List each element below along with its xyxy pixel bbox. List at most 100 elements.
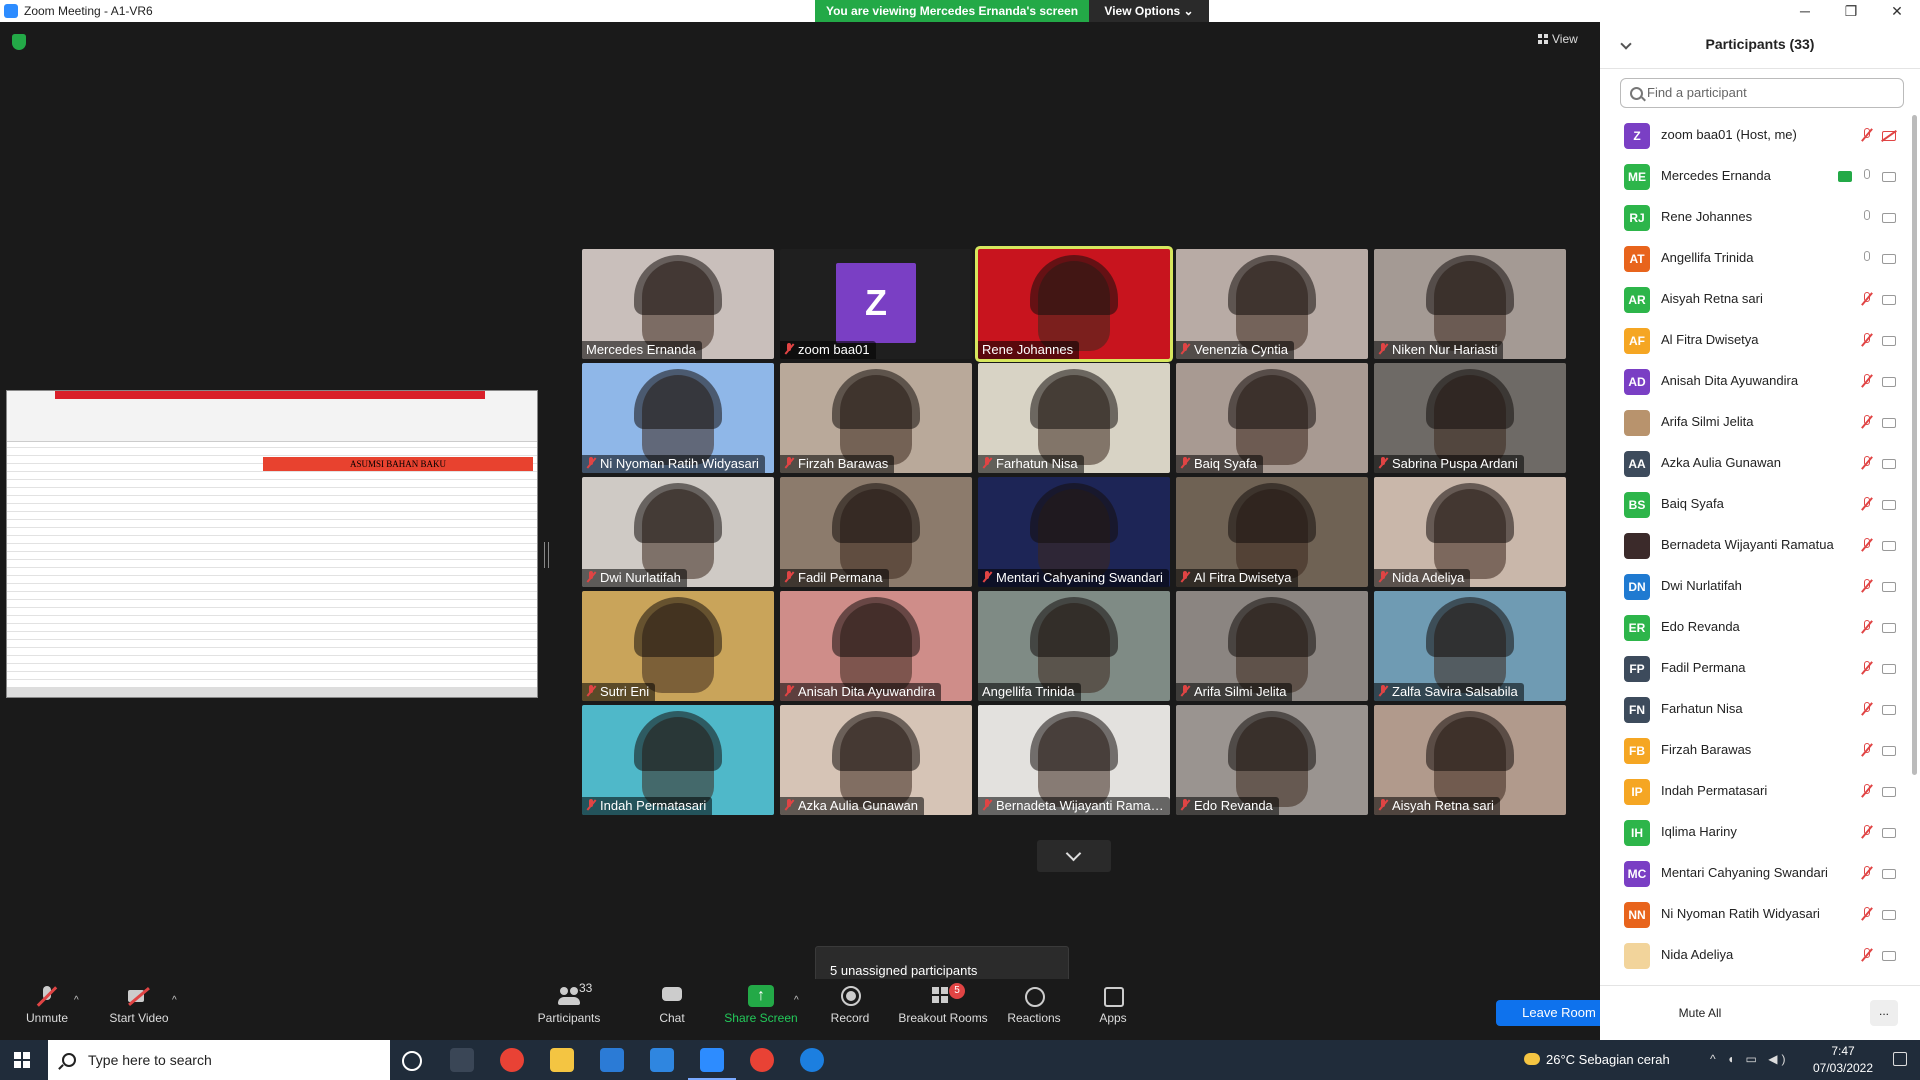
participant-search-input[interactable]: Find a participant bbox=[1620, 78, 1904, 108]
video-tile[interactable]: Zalfa Savira Salsabila bbox=[1374, 591, 1566, 701]
participants-button[interactable]: 33 Participants bbox=[536, 981, 602, 1025]
mic-muted-icon[interactable] bbox=[1860, 579, 1874, 595]
participant-row[interactable]: Nida Adeliya bbox=[1600, 935, 1916, 976]
breakout-rooms-button[interactable]: 5 Breakout Rooms bbox=[898, 983, 988, 1025]
video-tile[interactable]: Dwi Nurlatifah bbox=[582, 477, 774, 587]
mail-icon[interactable] bbox=[650, 1048, 674, 1072]
task-switcher-icon[interactable] bbox=[450, 1048, 474, 1072]
zoom-taskbar-icon[interactable] bbox=[688, 1048, 736, 1080]
next-page-chevron-icon[interactable] bbox=[1037, 840, 1111, 872]
video-tile[interactable]: Firzah Barawas bbox=[780, 363, 972, 473]
participant-row[interactable]: RJ Rene Johannes bbox=[1600, 197, 1916, 238]
video-tile[interactable]: Angellifa Trinida bbox=[978, 591, 1170, 701]
store-icon[interactable] bbox=[600, 1048, 624, 1072]
video-tile[interactable]: Venenzia Cyntia bbox=[1176, 249, 1368, 359]
video-tile[interactable]: Zzoom baa01 bbox=[780, 249, 972, 359]
mic-muted-icon[interactable] bbox=[1860, 620, 1874, 636]
mute-all-button[interactable]: Mute All bbox=[1658, 1000, 1742, 1026]
file-explorer-icon[interactable] bbox=[550, 1048, 574, 1072]
video-tile[interactable]: Azka Aulia Gunawan bbox=[780, 705, 972, 815]
video-tile[interactable]: Farhatun Nisa bbox=[978, 363, 1170, 473]
participant-row[interactable]: AF Al Fitra Dwisetya bbox=[1600, 320, 1916, 361]
mic-muted-icon[interactable] bbox=[1860, 866, 1874, 882]
participant-row[interactable]: FN Farhatun Nisa bbox=[1600, 689, 1916, 730]
mic-muted-icon[interactable] bbox=[1860, 538, 1874, 554]
taskbar-clock[interactable]: 7:47 07/03/2022 bbox=[1808, 1043, 1878, 1077]
record-button[interactable]: Record bbox=[828, 985, 872, 1025]
reactions-button[interactable]: Reactions bbox=[1006, 985, 1062, 1025]
unmute-button[interactable]: Unmute bbox=[22, 985, 72, 1025]
participant-row[interactable]: NN Ni Nyoman Ratih Widyasari bbox=[1600, 894, 1916, 935]
task-view-icon[interactable] bbox=[402, 1051, 422, 1071]
participant-row[interactable]: BS Baiq Syafa bbox=[1600, 484, 1916, 525]
chrome-icon[interactable] bbox=[500, 1048, 524, 1072]
participant-row[interactable]: Zzoom baa01 (Host, me) bbox=[1600, 115, 1916, 156]
windows-start-icon[interactable] bbox=[14, 1052, 30, 1068]
apps-button[interactable]: Apps bbox=[1098, 985, 1128, 1025]
chat-button[interactable]: Chat bbox=[652, 985, 692, 1025]
participant-row[interactable]: AD Anisah Dita Ayuwandira bbox=[1600, 361, 1916, 402]
video-tile[interactable]: Arifa Silmi Jelita bbox=[1176, 591, 1368, 701]
view-options-button[interactable]: View Options ⌄ bbox=[1089, 0, 1209, 22]
participant-row[interactable]: MC Mentari Cahyaning Swandari bbox=[1600, 853, 1916, 894]
shared-screen[interactable]: ASUMSI BAHAN BAKU bbox=[6, 390, 538, 698]
participant-list-scrollbar[interactable] bbox=[1912, 115, 1917, 775]
video-tile[interactable]: Indah Permatasari bbox=[582, 705, 774, 815]
video-tile[interactable]: Edo Revanda bbox=[1176, 705, 1368, 815]
mic-muted-icon[interactable] bbox=[1860, 374, 1874, 390]
view-button[interactable]: View bbox=[1538, 32, 1578, 46]
participant-row[interactable]: AA Azka Aulia Gunawan bbox=[1600, 443, 1916, 484]
resize-handle[interactable] bbox=[544, 542, 549, 568]
video-tile[interactable]: Niken Nur Hariasti bbox=[1374, 249, 1566, 359]
participant-row[interactable]: AT Angellifa Trinida bbox=[1600, 238, 1916, 279]
mic-muted-icon[interactable] bbox=[1860, 907, 1874, 923]
taskbar-search-box[interactable]: Type here to search bbox=[48, 1040, 390, 1080]
participant-row[interactable]: FP Fadil Permana bbox=[1600, 648, 1916, 689]
start-video-button[interactable]: Start Video bbox=[106, 985, 172, 1025]
participant-row[interactable]: IH Iqlima Hariny bbox=[1600, 812, 1916, 853]
more-options-button[interactable]: ... bbox=[1870, 1000, 1898, 1026]
participant-row[interactable]: IP Indah Permatasari bbox=[1600, 771, 1916, 812]
weather-widget[interactable]: 26°C Sebagian cerah bbox=[1524, 1052, 1670, 1067]
video-tile[interactable]: Bernadeta Wijayanti Ramatua bbox=[978, 705, 1170, 815]
video-tile[interactable]: Al Fitra Dwisetya bbox=[1176, 477, 1368, 587]
system-tray[interactable]: ^ ◖ ▭ ◀) bbox=[1710, 1052, 1789, 1066]
mic-muted-icon[interactable] bbox=[1860, 948, 1874, 964]
video-tile[interactable]: Nida Adeliya bbox=[1374, 477, 1566, 587]
participant-row[interactable]: Arifa Silmi Jelita bbox=[1600, 402, 1916, 443]
mic-muted-icon[interactable] bbox=[1860, 292, 1874, 308]
video-options-caret[interactable]: ^ bbox=[172, 995, 177, 1006]
mic-muted-icon[interactable] bbox=[1860, 497, 1874, 513]
close-button[interactable]: ✕ bbox=[1874, 0, 1920, 22]
mic-muted-icon[interactable] bbox=[1860, 415, 1874, 431]
mic-muted-icon[interactable] bbox=[1860, 825, 1874, 841]
video-tile[interactable]: Aisyah Retna sari bbox=[1374, 705, 1566, 815]
mic-icon[interactable] bbox=[1860, 169, 1874, 185]
video-tile[interactable]: Rene Johannes bbox=[978, 249, 1170, 359]
video-tile[interactable]: Anisah Dita Ayuwandira bbox=[780, 591, 972, 701]
video-tile[interactable]: Ni Nyoman Ratih Widyasari bbox=[582, 363, 774, 473]
participant-row[interactable]: FB Firzah Barawas bbox=[1600, 730, 1916, 771]
audio-options-caret[interactable]: ^ bbox=[74, 995, 79, 1006]
participant-row[interactable]: DN Dwi Nurlatifah bbox=[1600, 566, 1916, 607]
mic-muted-icon[interactable] bbox=[1860, 333, 1874, 349]
video-tile[interactable]: Mercedes Ernanda bbox=[582, 249, 774, 359]
share-screen-button[interactable]: Share Screen bbox=[724, 985, 798, 1025]
teamviewer-icon[interactable] bbox=[800, 1048, 824, 1072]
maximize-button[interactable]: ❐ bbox=[1828, 0, 1874, 22]
mic-icon[interactable] bbox=[1860, 210, 1874, 226]
participant-row[interactable]: ER Edo Revanda bbox=[1600, 607, 1916, 648]
video-tile[interactable]: Mentari Cahyaning Swandari bbox=[978, 477, 1170, 587]
video-tile[interactable]: Baiq Syafa bbox=[1176, 363, 1368, 473]
notifications-icon[interactable] bbox=[1893, 1052, 1907, 1066]
mic-muted-icon[interactable] bbox=[1860, 661, 1874, 677]
chrome-profile-icon[interactable] bbox=[750, 1048, 774, 1072]
video-tile[interactable]: Fadil Permana bbox=[780, 477, 972, 587]
participant-row[interactable]: AR Aisyah Retna sari bbox=[1600, 279, 1916, 320]
mic-muted-icon[interactable] bbox=[1860, 743, 1874, 759]
mic-muted-icon[interactable] bbox=[1860, 128, 1874, 144]
video-tile[interactable]: Sabrina Puspa Ardani bbox=[1374, 363, 1566, 473]
minimize-button[interactable]: ─ bbox=[1782, 0, 1828, 22]
participant-row[interactable]: Bernadeta Wijayanti Ramatua bbox=[1600, 525, 1916, 566]
participant-row[interactable]: ME Mercedes Ernanda bbox=[1600, 156, 1916, 197]
